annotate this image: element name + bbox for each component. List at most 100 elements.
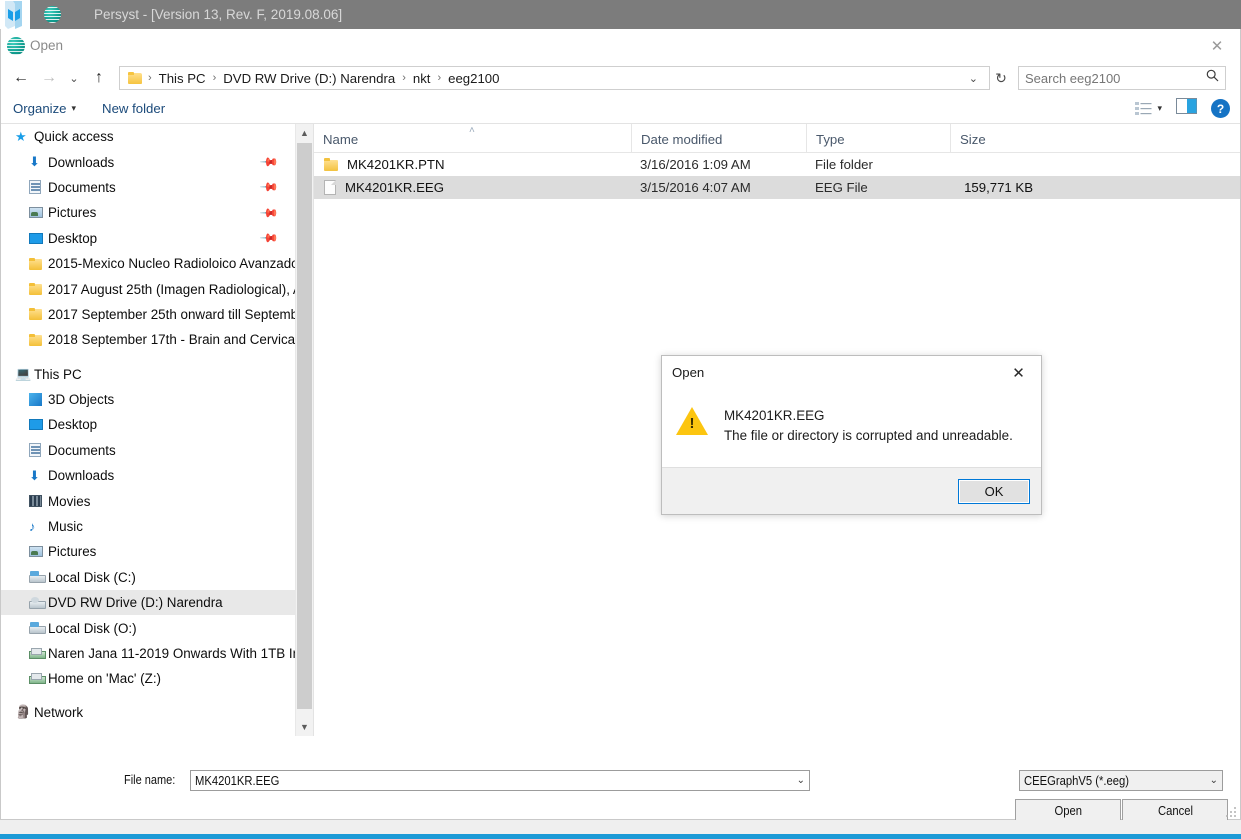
recent-locations-button[interactable]: ⌄ [63, 64, 85, 92]
change-view-button[interactable]: ▾ [1135, 101, 1162, 116]
scroll-up-icon[interactable]: ▲ [296, 124, 313, 142]
chevron-down-icon[interactable]: ⌄ [964, 72, 983, 85]
sidebar-item-label: Quick access [34, 129, 114, 144]
file-type-select[interactable]: CEEGraphV5 (*.eeg) ⌄ [1019, 770, 1223, 791]
close-icon[interactable]: ✕ [996, 356, 1041, 389]
folder-icon [29, 308, 48, 320]
sidebar-item-documents[interactable]: Documents [1, 438, 295, 463]
recycle-bin-icon[interactable] [2, 0, 30, 30]
sidebar-item-folder-2015-mexico[interactable]: 2015-Mexico Nucleo Radioloico Avanzado- [1, 251, 295, 276]
refresh-button[interactable]: ↻ [990, 64, 1012, 92]
table-row[interactable]: MK4201KR.EEG 3/15/2016 4:07 AM EEG File … [314, 176, 1240, 199]
file-name: MK4201KR.PTN [347, 157, 444, 172]
chevron-down-icon: ▾ [1157, 103, 1162, 114]
breadcrumb-separator: › [398, 72, 410, 84]
breadcrumb-item-this-pc[interactable]: This PC [156, 71, 209, 86]
sidebar-item-label: Home on 'Mac' (Z:) [48, 671, 161, 686]
sidebar-item-label: Downloads [48, 468, 114, 483]
sidebar-item-folder-2017-september[interactable]: 2017 September 25th onward till Septembe [1, 302, 295, 327]
sidebar-item-home-on-mac[interactable]: Home on 'Mac' (Z:) [1, 666, 295, 691]
forward-button[interactable]: → [35, 64, 63, 92]
column-header-type[interactable]: Type [806, 124, 950, 152]
file-name-input[interactable]: MK4201KR.EEG ⌄ [190, 770, 810, 791]
star-icon: ★ [15, 129, 34, 145]
organize-button[interactable]: Organize ▾ [13, 101, 76, 116]
search-input[interactable]: Search eeg2100 [1018, 66, 1226, 90]
network-drive-icon [29, 648, 48, 659]
file-size: 159,771 KB [950, 180, 1042, 195]
sidebar-item-local-disk-c[interactable]: Local Disk (C:) [1, 565, 295, 590]
persyst-globe-icon [44, 6, 61, 23]
scrollbar-thumb[interactable] [297, 143, 312, 709]
pin-icon[interactable]: 📌 [259, 228, 279, 248]
preview-pane-button[interactable] [1176, 98, 1197, 119]
sidebar-item-desktop[interactable]: Desktop [1, 412, 295, 437]
sidebar-group-this-pc[interactable]: 💻 This PC [1, 362, 295, 387]
sidebar-item-downloads[interactable]: ⬇ Downloads 📌 [1, 149, 295, 174]
folder-icon [29, 334, 48, 346]
search-placeholder: Search eeg2100 [1025, 71, 1120, 86]
sidebar-item-movies[interactable]: Movies [1, 488, 295, 513]
column-header-size[interactable]: Size [950, 124, 1042, 152]
preview-pane-icon [1176, 98, 1197, 114]
error-message-dialog: Open ✕ ! MK4201KR.EEG The file or direct… [661, 355, 1042, 515]
pin-icon[interactable]: 📌 [259, 177, 279, 197]
sidebar-item-folder-2017-august[interactable]: 2017 August 25th (Imagen Radiological), … [1, 276, 295, 301]
breadcrumb-item-eeg2100[interactable]: eeg2100 [445, 71, 502, 86]
sidebar-item-label: 2015-Mexico Nucleo Radioloico Avanzado- [48, 256, 295, 271]
sidebar-item-label: 2017 September 25th onward till Septembe [48, 307, 295, 322]
cancel-button[interactable]: Cancel [1122, 799, 1228, 822]
pin-icon[interactable]: 📌 [259, 152, 279, 172]
navigation-sidebar: ★ Quick access ⬇ Downloads 📌 Documents 📌 [1, 124, 314, 736]
help-icon[interactable]: ? [1211, 99, 1230, 118]
sidebar-scrollbar[interactable]: ▲ ▼ [295, 124, 313, 736]
resize-grip[interactable] [1226, 805, 1238, 817]
up-button[interactable]: ↑ [85, 64, 113, 92]
sidebar-item-documents[interactable]: Documents 📌 [1, 175, 295, 200]
sidebar-item-folder-2018-september[interactable]: 2018 September 17th - Brain and Cervical [1, 327, 295, 352]
scroll-down-icon[interactable]: ▼ [296, 718, 313, 736]
breadcrumb-item-dvd-drive[interactable]: DVD RW Drive (D:) Narendra [220, 71, 398, 86]
table-row[interactable]: MK4201KR.PTN 3/16/2016 1:09 AM File fold… [314, 153, 1240, 176]
local-disk-icon [29, 622, 48, 634]
column-label: Size [960, 132, 986, 147]
view-list-icon [1135, 101, 1152, 116]
sidebar-item-local-disk-o[interactable]: Local Disk (O:) [1, 615, 295, 640]
dialog-titlebar[interactable]: Open ✕ [1, 29, 1240, 62]
music-icon: ♪ [29, 519, 48, 534]
breadcrumb-item-nkt[interactable]: nkt [410, 71, 434, 86]
ok-button[interactable]: OK [958, 479, 1030, 504]
sidebar-item-label: Music [48, 519, 83, 534]
sidebar-group-network[interactable]: 🗿 Network [1, 700, 295, 725]
sidebar-item-pictures[interactable]: Pictures 📌 [1, 200, 295, 225]
sidebar-item-desktop[interactable]: Desktop 📌 [1, 226, 295, 251]
sidebar-item-label: Local Disk (C:) [48, 570, 136, 585]
sidebar-item-naren-jana-drive[interactable]: Naren Jana 11-2019 Onwards With 1TB Inte [1, 641, 295, 666]
sidebar-item-pictures[interactable]: Pictures [1, 539, 295, 564]
address-bar[interactable]: › This PC › DVD RW Drive (D:) Narendra ›… [119, 66, 990, 90]
app-titlebar[interactable]: Persyst - [Version 13, Rev. F, 2019.08.0… [30, 0, 1241, 29]
movies-icon [29, 495, 48, 507]
sidebar-item-3d-objects[interactable]: 3D Objects [1, 387, 295, 412]
open-button[interactable]: Open [1015, 799, 1121, 822]
breadcrumb-separator: › [433, 72, 445, 84]
this-pc-icon: 💻 [15, 366, 34, 382]
back-button[interactable]: ← [7, 64, 35, 92]
sidebar-item-label: Network [34, 705, 83, 720]
sidebar-item-downloads[interactable]: ⬇ Downloads [1, 463, 295, 488]
sidebar-item-label: Desktop [48, 231, 97, 246]
sidebar-tree: ★ Quick access ⬇ Downloads 📌 Documents 📌 [1, 124, 295, 736]
sidebar-item-dvd-rw-drive[interactable]: DVD RW Drive (D:) Narendra [1, 590, 295, 615]
sidebar-item-label: Naren Jana 11-2019 Onwards With 1TB Inte [48, 646, 295, 661]
column-header-date-modified[interactable]: Date modified [631, 124, 806, 152]
breadcrumb-separator: › [144, 72, 156, 84]
chevron-down-icon[interactable]: ⌄ [797, 775, 805, 786]
new-folder-button[interactable]: New folder [102, 101, 165, 116]
chevron-down-icon[interactable]: ⌄ [1210, 775, 1218, 786]
close-icon[interactable]: ✕ [1194, 29, 1240, 62]
sidebar-group-quick-access[interactable]: ★ Quick access [1, 124, 295, 149]
sidebar-item-music[interactable]: ♪ Music [1, 514, 295, 539]
pin-icon[interactable]: 📌 [259, 203, 279, 223]
documents-icon [29, 180, 48, 194]
message-titlebar[interactable]: Open ✕ [662, 356, 1041, 389]
